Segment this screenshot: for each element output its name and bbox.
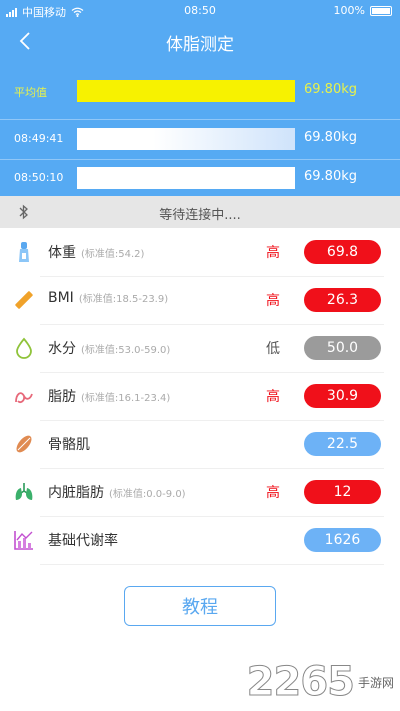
metric-level: 高 (266, 485, 280, 501)
metric-value-pill: 12 (304, 480, 381, 504)
average-value: 69.80kg (304, 82, 357, 97)
metric-bmi[interactable]: BMI (标准值:18.5-23.9) 高 26.3 (0, 276, 400, 324)
metric-skeletal-muscle[interactable]: 骨骼肌 22.5 (0, 420, 400, 468)
metric-value-pill: 22.5 (304, 432, 381, 456)
metric-level: 高 (266, 245, 280, 261)
metric-standard: (标准值:18.5-23.9) (78, 294, 169, 305)
metric-name: 脂肪 (48, 389, 76, 405)
metric-standard: (标准值:16.1-23.4) (81, 393, 171, 404)
metric-level: 低 (266, 341, 280, 357)
weight-scale-icon (19, 242, 29, 262)
lungs-icon (15, 483, 33, 500)
weight-record-row: 08:49:41 69.80kg (0, 121, 400, 157)
metric-name: 骨骼肌 (48, 437, 90, 453)
watermark-number: 2265 (246, 659, 355, 706)
muscle-icon (16, 435, 32, 453)
watermark-site: 手游网 (357, 675, 394, 690)
metric-name: 内脏脂肪 (48, 485, 104, 501)
metric-weight[interactable]: 体重 (标准值:54.2) 高 69.8 (0, 228, 400, 276)
status-bar: 中国移动 08:50 100% (0, 0, 400, 22)
page-title: 体脂测定 (166, 35, 234, 55)
tutorial-button[interactable]: 教程 (124, 586, 276, 626)
weight-record-row: 08:50:10 69.80kg (0, 160, 400, 196)
metric-visceral-fat[interactable]: 内脏脂肪 (标准值:0.0-9.0) 高 12 (0, 468, 400, 516)
metric-water[interactable]: 水分 (标准值:53.0-59.0) 低 50.0 (0, 324, 400, 372)
metric-standard: (标准值:53.0-59.0) (81, 345, 171, 356)
water-drop-icon (16, 337, 32, 359)
divider (40, 564, 384, 565)
ruler-icon (15, 291, 33, 309)
metric-name: 基础代谢率 (48, 533, 118, 549)
metric-value-pill: 1626 (304, 528, 381, 552)
average-weight-row: 平均值 69.80kg (0, 73, 400, 109)
metric-value-pill: 30.9 (304, 384, 381, 408)
metric-value-pill: 50.0 (304, 336, 381, 360)
screen: 中国移动 08:50 100% 体脂测定 平均值 69.80kg 08:49:4… (0, 0, 400, 711)
connection-strip: 等待连接中.... (0, 196, 400, 228)
metric-basal-metabolism[interactable]: 基础代谢率 1626 (0, 516, 400, 564)
metric-fat[interactable]: 脂肪 (标准值:16.1-23.4) 高 30.9 (0, 372, 400, 420)
record-bar (77, 128, 295, 150)
chart-icon (14, 531, 33, 550)
record-bar (77, 167, 295, 189)
metric-name: BMI (48, 290, 74, 306)
divider (0, 119, 400, 120)
connection-status: 等待连接中.... (159, 208, 241, 223)
metric-level: 高 (266, 293, 280, 309)
average-bar (77, 80, 295, 102)
header: 中国移动 08:50 100% 体脂测定 平均值 69.80kg 08:49:4… (0, 0, 400, 196)
record-time: 08:49:41 (14, 132, 64, 145)
metric-level: 高 (266, 389, 280, 405)
metric-value-pill: 26.3 (304, 288, 381, 312)
metric-value-pill: 69.8 (304, 240, 381, 264)
record-value: 69.80kg (304, 130, 357, 145)
metric-name: 体重 (48, 245, 76, 261)
average-label: 平均值 (14, 86, 47, 99)
record-time: 08:50:10 (14, 171, 64, 184)
battery-icon (370, 5, 392, 16)
fat-icon (15, 392, 33, 404)
watermark: 2265 手游网 (246, 659, 394, 706)
metric-standard: (标准值:0.0-9.0) (109, 489, 186, 500)
battery-percent: 100% (333, 4, 365, 17)
metric-standard: (标准值:54.2) (81, 249, 145, 260)
metric-name: 水分 (48, 341, 76, 357)
nav-bar: 体脂测定 (0, 26, 400, 58)
record-value: 69.80kg (304, 169, 357, 184)
